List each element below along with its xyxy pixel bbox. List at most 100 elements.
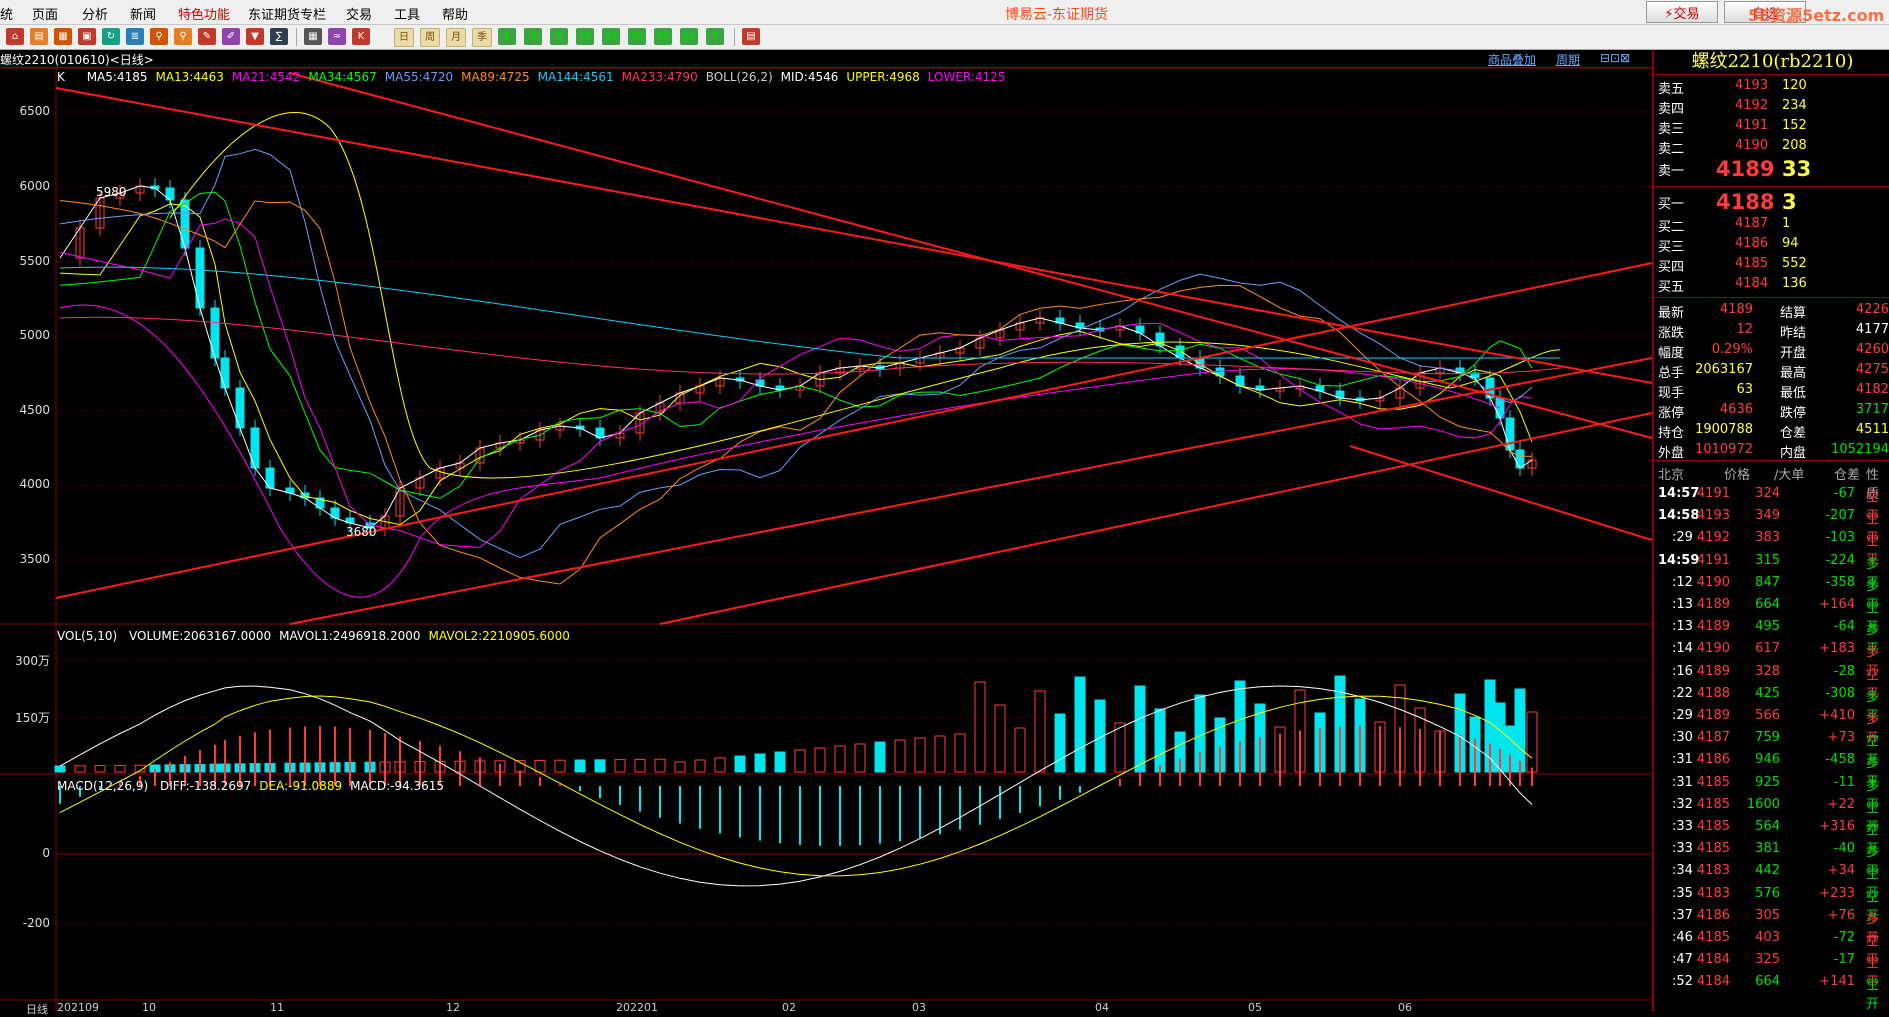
tick-row[interactable]: 14:59 4191 315 -224 多平 xyxy=(1654,551,1889,591)
tick-row[interactable]: :16 4189 328 -28 空平 xyxy=(1654,662,1889,702)
tick-time: :31 xyxy=(1672,774,1693,790)
menu-page[interactable]: 页面 xyxy=(32,4,58,23)
window-controls-icon[interactable]: ⊟⊡⊠ xyxy=(1600,51,1630,65)
ma-icon[interactable]: ≈ xyxy=(328,28,346,45)
draw-icon[interactable]: ✎ xyxy=(198,28,216,45)
trade-button[interactable]: ⚡交易 xyxy=(1646,1,1718,23)
tick-price: 4185 xyxy=(1696,796,1730,812)
tick-header-cell: 价格 xyxy=(1724,468,1751,483)
chart-icon[interactable]: ▤ xyxy=(30,28,48,45)
brush-icon[interactable]: ✐ xyxy=(222,28,240,45)
tick-row[interactable]: :52 4184 664 +141 空开 xyxy=(1654,972,1889,1012)
tick-row[interactable]: :35 4183 576 +233 空开 xyxy=(1654,884,1889,924)
zoom-icon[interactable]: ⚲ xyxy=(174,28,192,45)
volume-bar xyxy=(734,755,746,773)
tick-volume: 383 xyxy=(1755,530,1780,546)
stat-label: 涨停 xyxy=(1658,406,1685,421)
bid-row: 买一 4188 3 xyxy=(1654,190,1889,214)
menu-analysis[interactable]: 分析 xyxy=(82,4,108,23)
period-2h-button[interactable]: 2h xyxy=(654,28,672,45)
period-quarter-button[interactable]: 季 xyxy=(472,28,492,47)
tick-row[interactable]: :13 4189 495 -64 多平 xyxy=(1654,617,1889,657)
tick-row[interactable]: :33 4185 381 -40 多平 xyxy=(1654,839,1889,879)
tick-oi-change: +141 xyxy=(1819,974,1855,990)
tick-row[interactable]: :32 4185 1600 +22 空开 xyxy=(1654,795,1889,835)
tick-row[interactable]: :47 4184 325 -17 空平 xyxy=(1654,950,1889,990)
settings-icon[interactable]: ▤ xyxy=(742,28,760,45)
period-month-button[interactable]: 月 xyxy=(446,28,466,47)
volume-bar xyxy=(94,765,106,773)
tick-row[interactable]: 14:57 4191 324 -67 空平 xyxy=(1654,484,1889,524)
menu-help[interactable]: 帮助 xyxy=(442,4,468,23)
tick-row[interactable]: :31 4185 925 -11 多平 xyxy=(1654,773,1889,813)
tick-row[interactable]: :34 4183 442 +34 空开 xyxy=(1654,861,1889,901)
list-icon[interactable]: ≣ xyxy=(126,28,144,45)
period-4h-button[interactable]: 4h xyxy=(680,28,698,45)
period-3min-button[interactable]: 3 xyxy=(524,28,542,45)
volume-bar xyxy=(694,759,706,773)
tick-row[interactable]: :12 4190 847 -358 多平 xyxy=(1654,573,1889,613)
overlay-link[interactable]: 商品叠加 xyxy=(1488,51,1536,68)
menu-tools[interactable]: 工具 xyxy=(394,4,420,23)
refresh-icon[interactable]: ↻ xyxy=(102,28,120,45)
bid-price: 4188 xyxy=(1716,190,1775,214)
tick-time: :52 xyxy=(1672,974,1693,990)
period-5min-button[interactable]: 5 xyxy=(550,28,568,45)
period-60min-button[interactable]: 60 xyxy=(628,28,646,45)
stat-label: 仓差 xyxy=(1780,426,1807,441)
vol-legend: VOL(5,10) VOLUME:2063167.0000 MAVOL1:2496… xyxy=(57,629,570,643)
tick-row[interactable]: :13 4189 664 +164 空开 xyxy=(1654,595,1889,635)
tick-row[interactable]: :33 4185 564 +316 空开 xyxy=(1654,817,1889,857)
stat-label: 幅度 xyxy=(1658,346,1685,361)
period-15min-button[interactable]: 15 xyxy=(576,28,594,45)
menu-news[interactable]: 新闻 xyxy=(130,4,156,23)
calc-icon[interactable]: ∑ xyxy=(270,28,288,45)
menu-dz-column[interactable]: 东证期货专栏 xyxy=(248,4,326,23)
k-icon[interactable]: K xyxy=(352,28,370,45)
tick-oi-change: -224 xyxy=(1825,552,1855,568)
tick-row[interactable]: :46 4185 403 -72 空平 xyxy=(1654,928,1889,968)
period-30min-button[interactable]: 30 xyxy=(602,28,620,45)
tick-oi-change: +183 xyxy=(1819,641,1855,657)
period-1min-button[interactable]: 1 xyxy=(498,28,516,45)
tick-row[interactable]: 14:58 4193 349 -207 空平 xyxy=(1654,506,1889,546)
x-axis-label: 06 xyxy=(1398,1001,1412,1014)
menu-system[interactable]: 统 xyxy=(0,4,13,23)
period-week-button[interactable]: 周 xyxy=(420,28,440,47)
period-day-button[interactable]: 日 xyxy=(394,28,414,47)
vol-value: VOLUME:2063167.0000 xyxy=(129,629,272,643)
volume-bar xyxy=(574,759,586,773)
tick-price: 4193 xyxy=(1696,508,1730,524)
tick-row[interactable]: :37 4186 305 +76 多开 xyxy=(1654,906,1889,946)
ask-label: 卖五 xyxy=(1658,82,1685,97)
kline-chart[interactable] xyxy=(0,68,1652,1012)
tick-row[interactable]: :31 4186 946 -458 多平 xyxy=(1654,750,1889,790)
doc-icon[interactable]: ▦ xyxy=(54,28,72,45)
table-icon[interactable]: ▦ xyxy=(304,28,322,45)
tick-row[interactable]: :14 4190 617 +183 多开 xyxy=(1654,639,1889,679)
period-link[interactable]: 周期 xyxy=(1556,51,1580,68)
menu-special[interactable]: 特色功能 xyxy=(178,4,230,23)
menu-bar: 统 页面 分析 新闻 特色功能 东证期货专栏 交易 工具 帮助 博易云-东证期货… xyxy=(0,0,1889,25)
stat-value: 4182 xyxy=(1855,382,1889,397)
tick-volume: 1600 xyxy=(1746,796,1780,812)
tick-row[interactable]: :29 4192 383 -103 空平 xyxy=(1654,528,1889,568)
volume-bar xyxy=(1014,727,1026,773)
stat-value: 4636 xyxy=(1719,402,1753,417)
period-year-button[interactable]: Y xyxy=(706,28,724,45)
layout-icon[interactable]: ▣ xyxy=(78,28,96,45)
stat-value: 4275 xyxy=(1855,362,1889,377)
price-axis-label: 4000 xyxy=(19,477,50,491)
search-icon[interactable]: ⚲ xyxy=(150,28,168,45)
tick-row[interactable]: :29 4189 566 +410 多开 xyxy=(1654,706,1889,746)
tick-time: :22 xyxy=(1672,685,1693,701)
menu-trade[interactable]: 交易 xyxy=(346,4,372,23)
filter-icon[interactable]: ▼ xyxy=(246,28,264,45)
tick-row[interactable]: :30 4187 759 +73 空开 xyxy=(1654,728,1889,768)
tick-row[interactable]: :22 4188 425 -308 多平 xyxy=(1654,684,1889,724)
home-icon[interactable]: ⌂ xyxy=(6,28,24,45)
bid-row: 买三 4186 94 xyxy=(1654,234,1889,255)
ma-value: UPPER:4968 xyxy=(846,70,920,84)
stat-label: 涨跌 xyxy=(1658,326,1685,341)
tick-oi-change: -458 xyxy=(1825,752,1855,768)
